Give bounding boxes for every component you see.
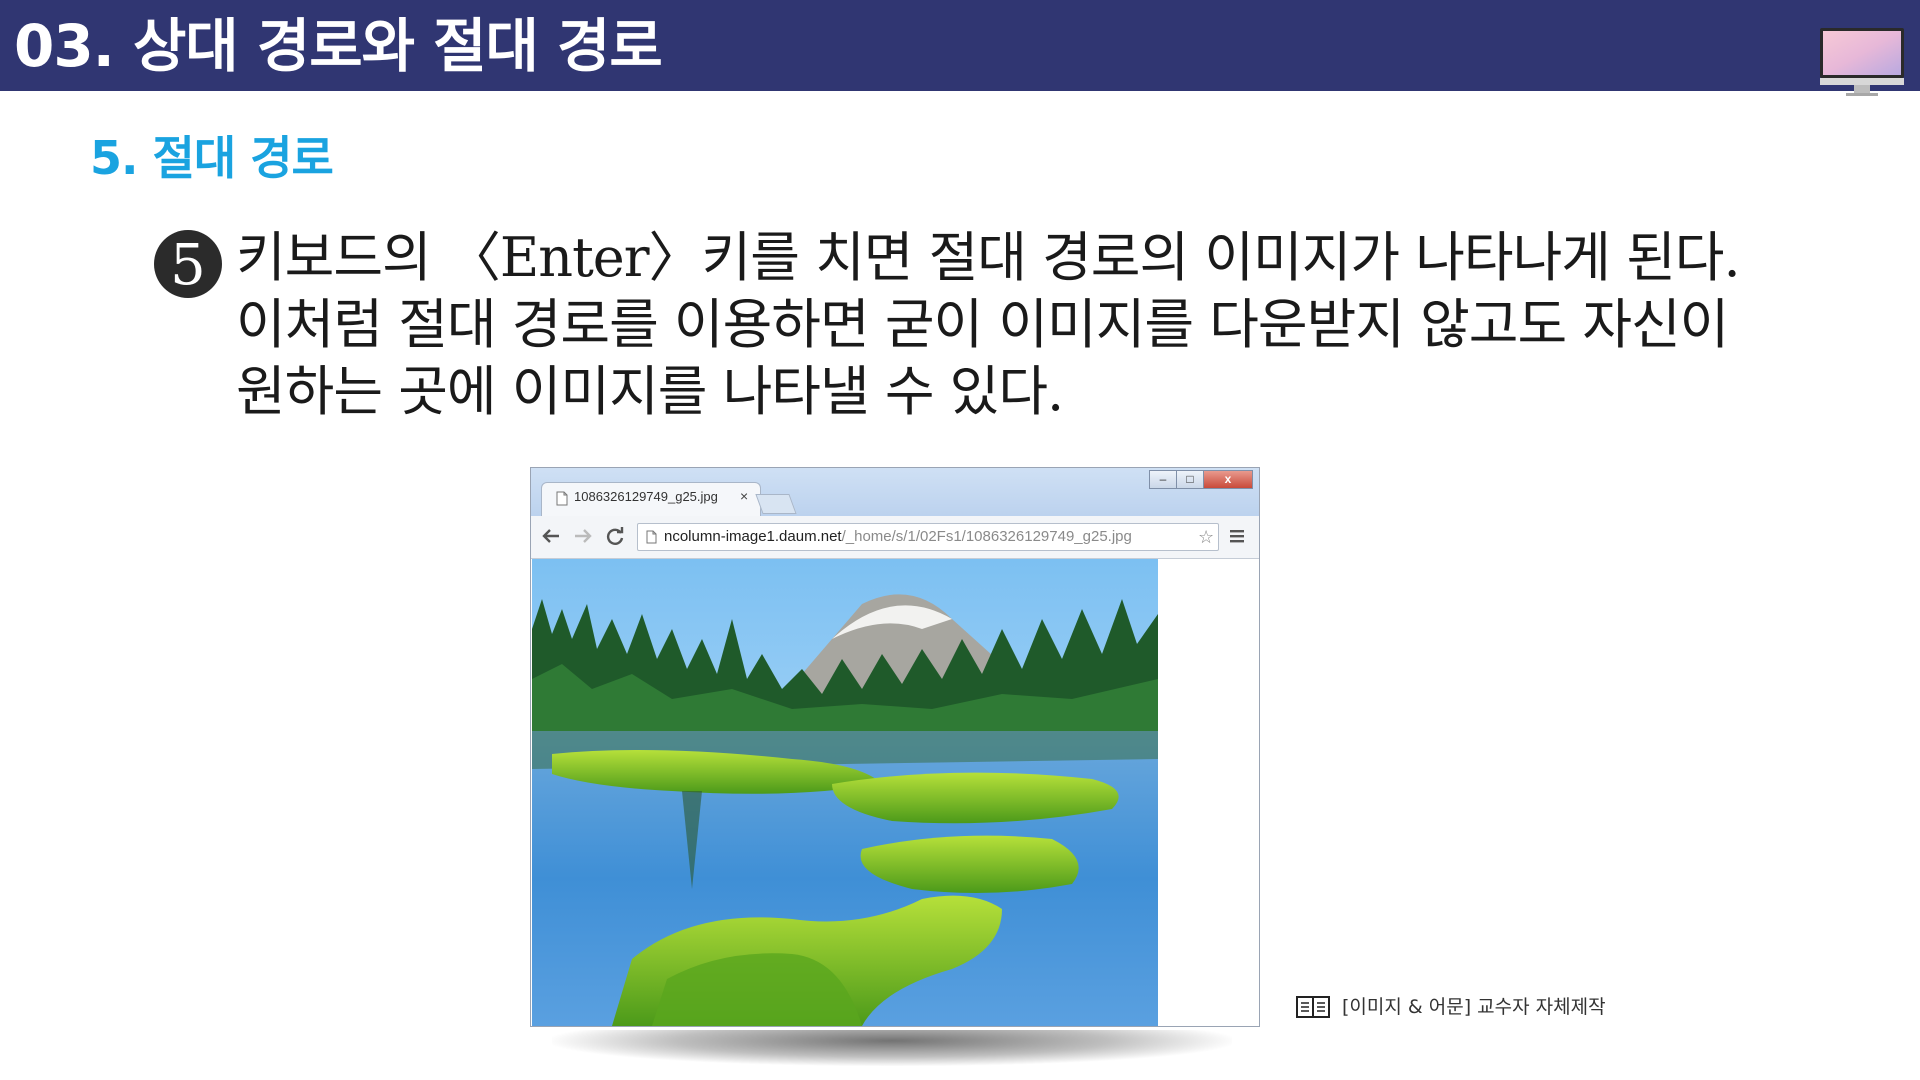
step-line: 이처럼 절대 경로를 이용하면 굳이 이미지를 다운받지 않고도 자신이	[236, 293, 1729, 356]
image-caption: [이미지 & 어문] 교수자 자체제작	[1342, 996, 1606, 1018]
window-controls: – □ x	[1149, 470, 1259, 490]
browser-tab[interactable]: 1086326129749_g25.jpg ×	[541, 482, 761, 516]
url-path: /_home/s/1/02Fs1/1086326129749_g25.jpg	[841, 528, 1132, 545]
browser-shadow	[552, 1030, 1232, 1066]
page-title: 03. 상대 경로와 절대 경로	[14, 12, 663, 80]
tab-close-icon[interactable]: ×	[740, 488, 748, 504]
forward-arrow-icon[interactable]	[571, 524, 595, 548]
step-number-badge: 5	[154, 230, 222, 298]
page-icon	[646, 530, 657, 544]
hamburger-menu-icon[interactable]	[1227, 526, 1247, 546]
back-arrow-icon[interactable]	[539, 524, 563, 548]
star-icon[interactable]: ☆	[1198, 527, 1214, 548]
browser-titlebar: 1086326129749_g25.jpg × – □ x	[531, 468, 1259, 516]
maximize-button[interactable]: □	[1176, 470, 1204, 489]
step-line: 키보드의 〈Enter〉키를 치면 절대 경로의 이미지가 나타나게 된다.	[236, 226, 1741, 289]
browser-viewport	[532, 559, 1258, 1026]
new-tab-button[interactable]	[755, 494, 797, 514]
landscape-photo	[532, 559, 1158, 1026]
section-heading: 5. 절대 경로	[90, 131, 334, 185]
url-text: ncolumn-image1.daum.net/_home/s/1/02Fs1/…	[664, 528, 1132, 545]
browser-screenshot: 1086326129749_g25.jpg × – □ x ncolumn-im…	[530, 467, 1260, 1027]
step-line: 원하는 곳에 이미지를 나타낼 수 있다.	[236, 360, 1064, 423]
monitor-icon	[1820, 28, 1904, 96]
tab-title: 1086326129749_g25.jpg	[574, 489, 718, 504]
close-window-button[interactable]: x	[1203, 470, 1253, 489]
book-icon	[1296, 996, 1330, 1018]
reload-icon[interactable]	[603, 524, 627, 548]
url-host: ncolumn-image1.daum.net	[664, 528, 842, 545]
header-bar: 03. 상대 경로와 절대 경로	[0, 0, 1920, 96]
page-icon	[556, 491, 568, 506]
step-description: 키보드의 〈Enter〉키를 치면 절대 경로의 이미지가 나타나게 된다. 이…	[236, 224, 1876, 425]
minimize-button[interactable]: –	[1149, 470, 1177, 489]
address-bar[interactable]: ncolumn-image1.daum.net/_home/s/1/02Fs1/…	[637, 523, 1219, 551]
browser-toolbar: ncolumn-image1.daum.net/_home/s/1/02Fs1/…	[531, 516, 1259, 559]
